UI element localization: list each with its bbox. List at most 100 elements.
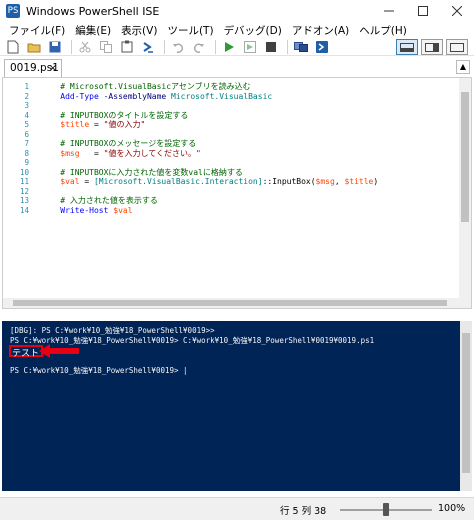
- redo-icon: [193, 43, 204, 53]
- title-bar: PS Windows PowerShell ISE: [0, 0, 474, 22]
- open-button[interactable]: [25, 39, 43, 55]
- layout-script-top-button[interactable]: [396, 39, 418, 55]
- script-code[interactable]: # Microsoft.VisualBasicアセンブリを読み込む Add-Ty…: [41, 82, 378, 215]
- script-tab-strip: 0019.ps1 × ▲: [0, 57, 474, 77]
- zoom-slider-thumb[interactable]: [383, 503, 389, 516]
- window-title: Windows PowerShell ISE: [26, 4, 160, 18]
- line-number: 14: [19, 205, 29, 215]
- code-line[interactable]: $val = [Microsoft.VisualBasic.Interactio…: [41, 177, 378, 187]
- minimize-icon: [384, 10, 394, 12]
- code-token: # INPUTBOXに入力された値を変数valに格納する: [41, 167, 243, 177]
- scrollbar-thumb[interactable]: [461, 92, 469, 222]
- collapse-script-pane-button[interactable]: ▲: [456, 60, 470, 74]
- undo-button[interactable]: [169, 39, 187, 55]
- code-line[interactable]: # INPUTBOXに入力された値を変数valに格納する: [41, 168, 378, 178]
- save-icon: [49, 41, 61, 52]
- run-script-button[interactable]: [220, 39, 238, 55]
- menu-addons[interactable]: アドオン(A): [287, 23, 354, 38]
- line-number: 5: [24, 120, 29, 129]
- code-line[interactable]: # 入力された値を表示する: [41, 196, 378, 206]
- minimize-button[interactable]: [372, 0, 406, 22]
- code-token: "値の入力": [103, 120, 146, 129]
- code-line[interactable]: # INPUTBOXのタイトルを設定する: [41, 111, 378, 121]
- code-token: $title: [41, 120, 90, 129]
- console-prompt-line[interactable]: PS C:¥work¥10_勉強¥18_PowerShell¥0019> |: [10, 365, 188, 376]
- code-token: # Microsoft.VisualBasicアセンブリを読み込む: [41, 82, 251, 91]
- layout-top-icon: [400, 42, 414, 52]
- paste-button[interactable]: [118, 39, 136, 55]
- console-pane[interactable]: [DBG]: PS C:¥work¥10_勉強¥18_PowerShell¥00…: [2, 321, 472, 491]
- code-line[interactable]: [41, 187, 378, 197]
- toolbar-separator: [164, 39, 165, 54]
- editor-horizontal-scrollbar[interactable]: [3, 298, 459, 308]
- code-line[interactable]: Add-Type -AssemblyName Microsoft.VisualB…: [41, 92, 378, 102]
- line-number: 3: [24, 101, 29, 110]
- code-token: # INPUTBOXのタイトルを設定する: [41, 110, 189, 120]
- code-line[interactable]: [41, 158, 378, 168]
- cut-button[interactable]: [76, 39, 94, 55]
- script-editor[interactable]: 1 2 3 4 5 6 7 8 9 10 11 12 13 14 # Microsoft.VisualBa…: [2, 77, 472, 309]
- line-number: 11: [19, 177, 29, 186]
- save-button[interactable]: [46, 39, 64, 55]
- copy-button[interactable]: [97, 39, 115, 55]
- code-line[interactable]: # Microsoft.VisualBasicアセンブリを読み込む: [41, 82, 378, 92]
- cursor-position: 行 5 列 38: [280, 506, 327, 517]
- menu-debug[interactable]: デバッグ(D): [219, 23, 287, 38]
- code-token: =: [79, 148, 104, 158]
- code-token: ::InputBox(: [262, 177, 316, 186]
- code-token: # INPUTBOXのメッセージを設定する: [41, 139, 197, 148]
- cut-icon: [79, 41, 91, 52]
- code-token: "値を入力してください。": [103, 148, 201, 158]
- toolbar-separator: [215, 39, 216, 54]
- menu-edit[interactable]: 編集(E): [70, 23, 116, 38]
- code-line[interactable]: $title = "値の入力": [41, 120, 378, 130]
- tab-0019-ps1[interactable]: 0019.ps1 ×: [4, 59, 62, 77]
- start-powershell-button[interactable]: [313, 39, 331, 55]
- stop-icon: [266, 41, 276, 52]
- zoom-level: 100%: [438, 503, 466, 514]
- menu-view[interactable]: 表示(V): [116, 23, 162, 38]
- powershell-button[interactable]: [139, 39, 157, 55]
- line-number: 1: [24, 82, 29, 91]
- code-token: Microsoft.VisualBasic: [166, 91, 273, 101]
- editor-vertical-scrollbar[interactable]: [459, 78, 471, 308]
- line-number: 13: [19, 196, 29, 205]
- line-number: 4: [24, 110, 29, 120]
- toolbar: [0, 38, 474, 56]
- console-vertical-scrollbar[interactable]: [460, 321, 472, 491]
- code-token: $msg: [315, 177, 335, 186]
- undo-icon: [173, 43, 184, 53]
- code-line[interactable]: Write-Host $val: [41, 206, 378, 216]
- remote-powershell-button[interactable]: [292, 39, 310, 55]
- layout-right-icon: [425, 42, 439, 52]
- window-controls: [372, 0, 474, 22]
- powershell-ise-app-icon: PS: [6, 4, 20, 18]
- stop-button[interactable]: [262, 39, 280, 55]
- code-line[interactable]: $msg = "値を入力してください。": [41, 149, 378, 159]
- line-number: 2: [24, 91, 29, 101]
- maximize-button[interactable]: [406, 0, 440, 22]
- console-line: PS C:¥work¥10_勉強¥18_PowerShell¥0019> C:¥…: [10, 336, 375, 345]
- scrollbar-thumb[interactable]: [462, 333, 470, 473]
- new-file-icon: [7, 40, 19, 53]
- layout-script-max-button[interactable]: [446, 39, 468, 55]
- menu-help[interactable]: ヘルプ(H): [354, 23, 412, 38]
- scrollbar-thumb[interactable]: [13, 300, 447, 306]
- redo-button[interactable]: [190, 39, 208, 55]
- code-line[interactable]: [41, 130, 378, 140]
- code-token: $title: [344, 177, 374, 186]
- menu-tools[interactable]: ツール(T): [162, 23, 218, 38]
- close-window-button[interactable]: [440, 0, 474, 22]
- remote-powershell-icon: [294, 41, 308, 52]
- layout-script-right-button[interactable]: [421, 39, 443, 55]
- pane-layout-buttons: [393, 39, 468, 55]
- code-line[interactable]: [41, 101, 378, 111]
- run-selection-button[interactable]: [241, 39, 259, 55]
- layout-max-icon: [450, 42, 464, 52]
- code-token: # 入力された値を表示する: [41, 196, 158, 205]
- code-line[interactable]: # INPUTBOXのメッセージを設定する: [41, 139, 378, 149]
- menu-file[interactable]: ファイル(F): [4, 23, 70, 38]
- tab-close-icon[interactable]: ×: [49, 60, 57, 77]
- new-file-button[interactable]: [4, 39, 22, 55]
- code-token: ): [373, 177, 379, 186]
